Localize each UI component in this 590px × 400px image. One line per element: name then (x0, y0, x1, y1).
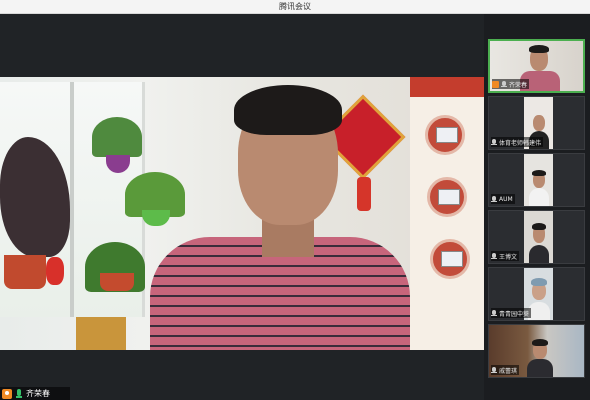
participant-label: 王博文 (491, 251, 520, 261)
host-icon (492, 80, 499, 88)
participant-name: 王博文 (499, 253, 518, 261)
participant-body (529, 188, 549, 206)
participant-hair (532, 223, 546, 230)
participant-tile[interactable]: AUM (488, 153, 585, 207)
participant-face (533, 115, 545, 131)
participant-hair (529, 45, 549, 53)
participant-hair (532, 170, 546, 176)
plant-pot (4, 255, 46, 289)
window-title: 腾讯会议 (279, 2, 311, 11)
floor-pot (100, 273, 134, 291)
video-window-frame (70, 82, 74, 317)
speaker-name: 齐荣春 (26, 389, 50, 398)
mic-off-icon (491, 252, 497, 260)
mic-off-icon (491, 195, 497, 203)
participant-name: 戚蕾琪 (499, 367, 518, 375)
participant-tile[interactable]: 青青园中葵 (488, 267, 585, 321)
participant-label: 体育老师韩建伟 (491, 137, 544, 147)
participant-tile[interactable]: 齐荣春 (488, 39, 585, 93)
mic-off-icon (491, 309, 497, 317)
knot-tassel (357, 177, 371, 211)
title-bar: 腾讯会议 (0, 0, 590, 14)
host-icon (2, 388, 12, 399)
participant-name: 体育老师韩建伟 (499, 139, 542, 147)
participant-name: 齐荣春 (509, 81, 528, 89)
participant-tile[interactable]: 王博文 (488, 210, 585, 264)
mic-off-icon (491, 138, 497, 146)
participant-hair (532, 339, 548, 346)
mic-off-icon (491, 366, 497, 374)
participant-body (528, 302, 550, 320)
toy-figure (46, 257, 64, 285)
main-video-panel[interactable]: 齐荣春 (0, 14, 484, 400)
hanging-plant (92, 117, 142, 157)
main-video[interactable] (0, 77, 484, 350)
participant-name: AUM (499, 195, 513, 203)
participant-label: 戚蕾琪 (491, 365, 520, 375)
mic-on-icon (501, 80, 507, 88)
wall-decoration (430, 239, 470, 279)
mic-on-icon[interactable] (15, 388, 23, 399)
participant-label: 齐荣春 (492, 79, 530, 89)
cabinet-top (410, 77, 484, 97)
shelf-box (76, 317, 126, 350)
participant-body (527, 359, 553, 377)
participant-hair (531, 278, 547, 286)
wall-decoration (425, 115, 465, 155)
wall-decoration (427, 177, 467, 217)
participant-label: 青青园中葵 (491, 308, 532, 318)
participant-tile[interactable]: 戚蕾琪 (488, 324, 585, 378)
participant-list[interactable]: 齐荣春 体育老师韩建伟 AUM 王博文 青青园中葵 戚蕾琪 (484, 14, 590, 400)
speaker-hair (234, 85, 342, 135)
speaker-name-bar: 齐荣春 (0, 387, 70, 400)
participant-body (529, 245, 549, 263)
participant-tile[interactable]: 体育老师韩建伟 (488, 96, 585, 150)
participant-name: 青青园中葵 (499, 310, 530, 318)
participant-label: AUM (491, 194, 515, 204)
